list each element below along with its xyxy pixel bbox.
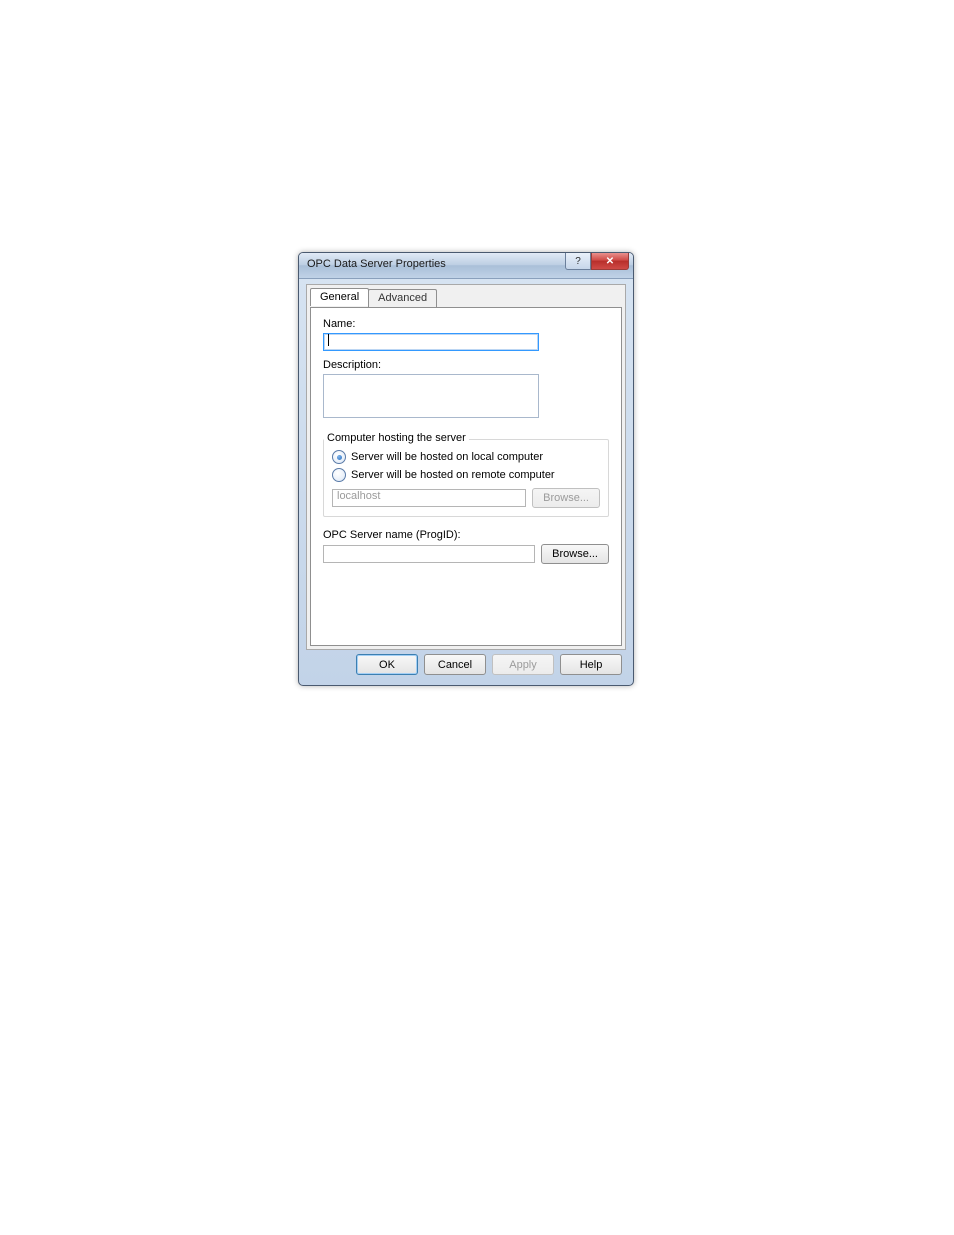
button-bar: OK Cancel Apply Help xyxy=(306,654,626,678)
close-icon[interactable]: ✕ xyxy=(591,253,629,270)
hosting-group: Computer hosting the server Server will … xyxy=(323,439,609,517)
tab-panel-general: Name: Description: Computer hosting the … xyxy=(310,307,622,646)
tab-advanced[interactable]: Advanced xyxy=(368,289,437,307)
window-title: OPC Data Server Properties xyxy=(307,258,446,270)
radio-local-computer[interactable]: Server will be hosted on local computer xyxy=(332,450,600,464)
help-icon[interactable]: ? xyxy=(565,253,591,270)
host-row: localhost Browse... xyxy=(332,488,600,508)
description-label: Description: xyxy=(323,359,609,371)
cancel-button[interactable]: Cancel xyxy=(424,654,486,675)
help-button[interactable]: Help xyxy=(560,654,622,675)
browse-host-button: Browse... xyxy=(532,488,600,508)
host-input: localhost xyxy=(332,489,526,507)
hosting-group-title: Computer hosting the server xyxy=(324,432,469,444)
name-input[interactable] xyxy=(323,333,539,351)
progid-input[interactable] xyxy=(323,545,535,563)
dialog-window: OPC Data Server Properties ? ✕ GeneralAd… xyxy=(298,252,634,686)
description-input[interactable] xyxy=(323,374,539,418)
radio-remote-label: Server will be hosted on remote computer xyxy=(351,469,555,481)
apply-button: Apply xyxy=(492,654,554,675)
radio-icon xyxy=(332,468,346,482)
browse-progid-button[interactable]: Browse... xyxy=(541,544,609,564)
name-label: Name: xyxy=(323,318,609,330)
radio-remote-computer[interactable]: Server will be hosted on remote computer xyxy=(332,468,600,482)
ok-button[interactable]: OK xyxy=(356,654,418,675)
radio-icon xyxy=(332,450,346,464)
titlebar[interactable]: OPC Data Server Properties ? ✕ xyxy=(299,253,633,279)
text-caret-icon xyxy=(328,334,329,346)
titlebar-buttons: ? ✕ xyxy=(565,253,633,271)
tab-general[interactable]: General xyxy=(310,288,369,306)
radio-local-label: Server will be hosted on local computer xyxy=(351,451,543,463)
progid-row: Browse... xyxy=(323,544,609,564)
dialog-body: GeneralAdvanced Name: Description: Compu… xyxy=(306,284,626,650)
progid-label: OPC Server name (ProgID): xyxy=(323,529,609,541)
tab-strip: GeneralAdvanced xyxy=(310,288,625,309)
